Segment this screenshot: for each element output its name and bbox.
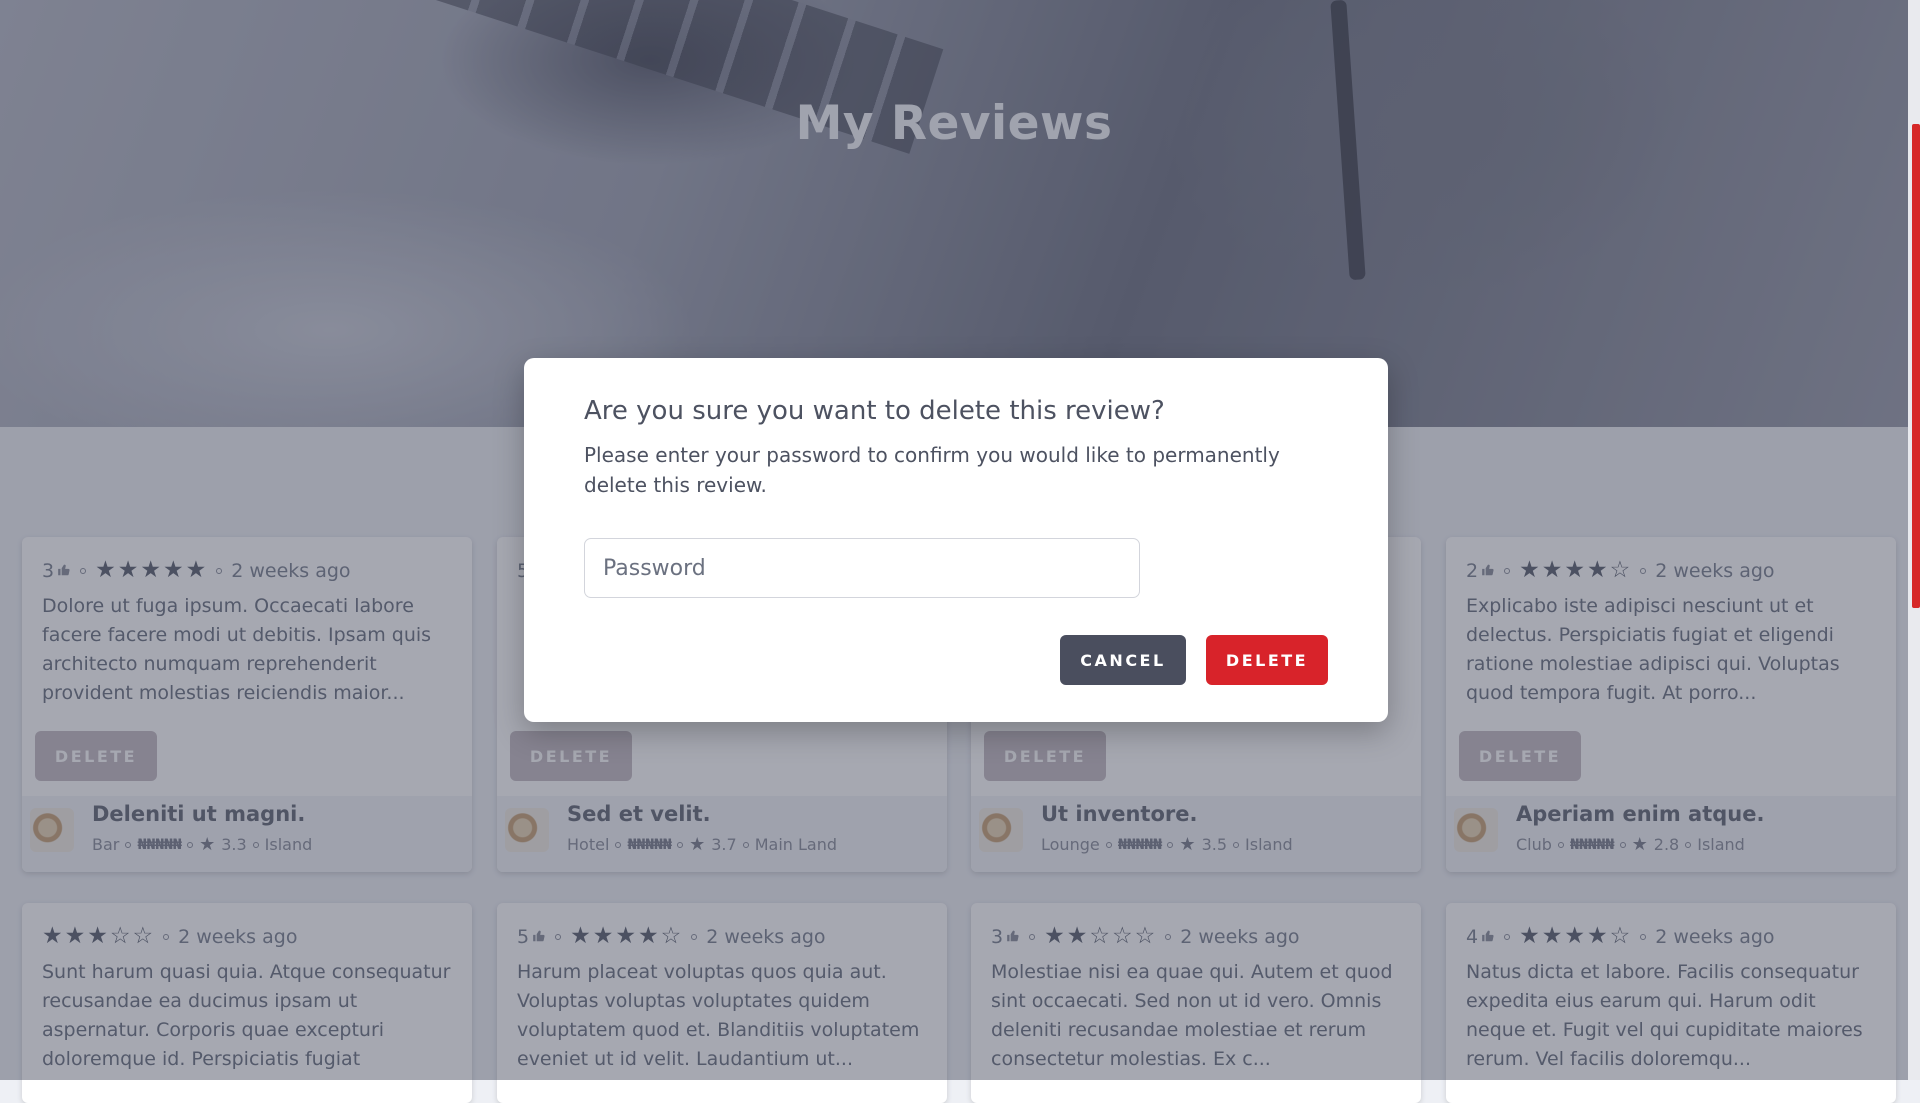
cancel-button[interactable]: CANCEL [1060, 635, 1186, 685]
confirm-delete-button[interactable]: DELETE [1206, 635, 1328, 685]
scrollbar[interactable] [1908, 0, 1920, 1080]
scrollbar-thumb[interactable] [1912, 124, 1920, 608]
dialog-title: Are you sure you want to delete this rev… [584, 396, 1165, 426]
password-input[interactable] [584, 538, 1140, 598]
dialog-description: Please enter your password to confirm yo… [584, 443, 1280, 497]
delete-confirm-dialog: Are you sure you want to delete this rev… [524, 358, 1388, 722]
